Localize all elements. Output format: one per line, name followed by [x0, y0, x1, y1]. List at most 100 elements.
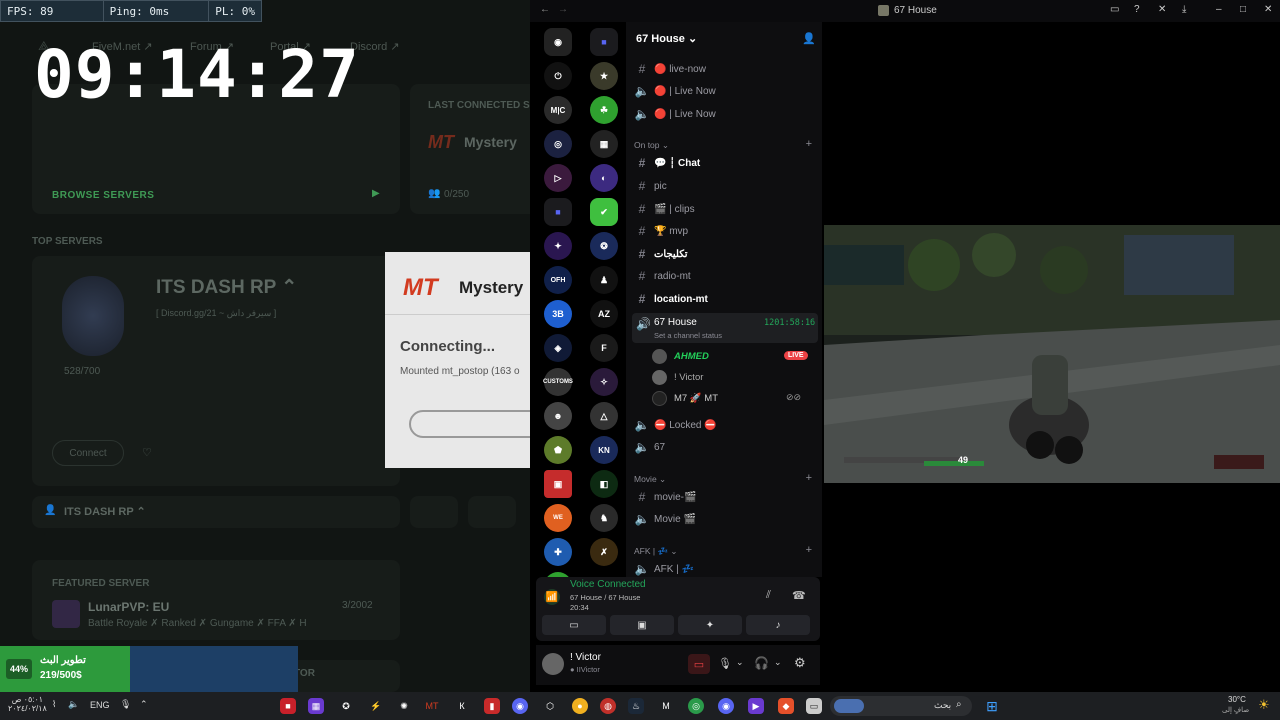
server-icon[interactable]: WE: [544, 504, 572, 532]
app-icon[interactable]: ■: [280, 698, 296, 714]
create-channel-icon[interactable]: +: [806, 472, 812, 484]
voice-live-now-1[interactable]: 🔈 🔴 | Live Now: [634, 81, 816, 101]
windows-start-icon[interactable]: ⊞: [984, 698, 1000, 714]
voice-user-ahmed[interactable]: AHMED LIVE: [652, 348, 816, 366]
voice-67[interactable]: 🔈 67: [634, 437, 816, 457]
app-icon[interactable]: ◍: [600, 698, 616, 714]
minimize-icon[interactable]: –: [1216, 4, 1222, 15]
server-name-header[interactable]: 67 House ⌄: [636, 32, 697, 45]
server-chip-2[interactable]: [468, 496, 516, 528]
channel-movie[interactable]: # movie-🎬: [634, 487, 816, 507]
chrome-icon[interactable]: ◎: [688, 698, 704, 714]
favorite-heart-icon[interactable]: ♡: [142, 446, 152, 459]
server-icon[interactable]: ✔: [590, 198, 618, 226]
top-server-card[interactable]: ITS DASH RP ⌃ [ Discord.gg/21 ~ سيرفر دا…: [32, 256, 400, 486]
server-icon[interactable]: CUSTOMS: [543, 368, 573, 396]
taskbar-search[interactable]: بحث ⌕: [830, 696, 972, 716]
connect-button[interactable]: Connect: [52, 440, 124, 466]
server-icon[interactable]: ✚: [544, 538, 572, 566]
voice-afk[interactable]: 🔈 AFK | 💤: [634, 559, 816, 577]
server-icon[interactable]: ✦: [544, 232, 572, 260]
chevron-down-icon[interactable]: ⌄: [774, 657, 782, 668]
server-icon[interactable]: KN: [590, 436, 618, 464]
download-icon[interactable]: ⤓: [1182, 4, 1186, 15]
create-channel-icon[interactable]: +: [806, 544, 812, 556]
server-icon[interactable]: ▣: [544, 470, 572, 498]
voice-locked[interactable]: 🔈 ⛔ Locked ⛔: [634, 415, 816, 435]
server-icon[interactable]: ♟: [590, 266, 618, 294]
featured-card[interactable]: FEATURED SERVER LunarPVP: EU 3/2002 Batt…: [32, 560, 400, 640]
app-icon[interactable]: ▭: [806, 698, 822, 714]
app-icon[interactable]: ▦: [308, 698, 324, 714]
server-icon[interactable]: 3B: [544, 300, 572, 328]
voice-live-now-2[interactable]: 🔈 🔴 | Live Now: [634, 104, 816, 124]
mic-icon[interactable]: 🎙: [120, 699, 131, 710]
stream-preview[interactable]: 49: [824, 225, 1280, 483]
app-icon[interactable]: ✺: [396, 698, 412, 714]
screen-share-button[interactable]: ▣: [610, 615, 674, 635]
forward-arrow-icon[interactable]: →: [558, 4, 568, 15]
channel-mvp[interactable]: # 🏆 mvp: [634, 221, 816, 241]
taskbar-clock[interactable]: ٠٥:٠١ ص ٢٠٢٤/٠٢/١٨: [8, 695, 47, 713]
server-icon[interactable]: ▷: [544, 164, 572, 192]
noise-suppression-icon[interactable]: ⫽: [766, 589, 771, 602]
server-chip-1[interactable]: [410, 496, 458, 528]
channel-live-now[interactable]: # 🔴 live-now: [634, 59, 816, 79]
add-member-icon[interactable]: 👤: [802, 32, 816, 45]
headphones-icon[interactable]: 🎧: [754, 656, 769, 670]
channel-pic[interactable]: # pic: [634, 176, 816, 196]
microphone-icon[interactable]: 🎙: [718, 657, 732, 670]
active-voice-channel[interactable]: 🔊 67 House 1201:58:16 Set a channel stat…: [632, 313, 818, 343]
back-arrow-icon[interactable]: ←: [540, 4, 550, 15]
wifi-icon[interactable]: ⌇: [52, 699, 56, 710]
modal-cancel-button[interactable]: [409, 410, 530, 438]
settings-gear-icon[interactable]: ⚙: [794, 655, 806, 671]
app-icon[interactable]: ◉: [718, 698, 734, 714]
mt-app-icon[interactable]: MT: [424, 698, 440, 714]
soundboard-button[interactable]: ♪: [746, 615, 810, 635]
help-icon[interactable]: ?: [1134, 4, 1140, 15]
server-icon[interactable]: ⬟: [544, 436, 572, 464]
server-icon[interactable]: OFH: [544, 266, 572, 294]
app-icon[interactable]: ▮: [484, 698, 500, 714]
speaker-icon[interactable]: 🔈: [68, 699, 79, 710]
steam-icon[interactable]: ♨: [628, 698, 644, 714]
brave-icon[interactable]: ◆: [778, 698, 794, 714]
server-icon[interactable]: ◈: [544, 334, 572, 362]
camera-button[interactable]: ▭: [542, 615, 606, 635]
category-on-top[interactable]: On top ⌄: [634, 140, 669, 151]
server-icon[interactable]: AZ: [590, 300, 618, 328]
chevron-down-icon[interactable]: ⌄: [736, 657, 744, 668]
channel-radio-mt[interactable]: # radio-mt: [634, 266, 816, 286]
voice-location[interactable]: 67 House / 67 House: [570, 593, 640, 602]
category-movie[interactable]: Movie ⌄: [634, 474, 666, 485]
app-icon[interactable]: К: [454, 698, 470, 714]
server-icon[interactable]: ◎: [544, 130, 572, 158]
server-icon[interactable]: ✗: [590, 538, 618, 566]
inbox-icon[interactable]: ▭: [1110, 4, 1119, 15]
signal-icon[interactable]: 📶: [544, 589, 560, 605]
discord-home-icon[interactable]: ◉: [544, 28, 572, 56]
maximize-icon[interactable]: □: [1240, 4, 1246, 15]
folder-icon[interactable]: ■: [544, 198, 572, 226]
discord-taskbar-icon[interactable]: ◉: [512, 698, 528, 714]
close-icon[interactable]: ✕: [1264, 4, 1272, 15]
disconnect-icon[interactable]: ☎: [792, 589, 806, 602]
server-icon[interactable]: ▦: [590, 130, 618, 158]
tools-icon[interactable]: ✕: [1158, 4, 1166, 15]
app-icon[interactable]: ▶: [748, 698, 764, 714]
server-icon[interactable]: ❂: [590, 232, 618, 260]
rockstar-icon[interactable]: ✪: [338, 698, 354, 714]
app-icon[interactable]: M: [658, 698, 674, 714]
chevron-up-icon[interactable]: ⌃: [140, 699, 148, 710]
activities-button[interactable]: ✦: [678, 615, 742, 635]
server-icon[interactable]: ✧: [590, 368, 618, 396]
keyboard-language[interactable]: ENG: [90, 700, 110, 710]
server-icon[interactable]: ☻: [544, 402, 572, 430]
voice-user-m7[interactable]: M7 🚀 MT ⊘⊘: [652, 390, 816, 408]
browse-servers-button[interactable]: BROWSE SERVERS: [52, 190, 154, 201]
server-icon[interactable]: ☘: [590, 96, 618, 124]
folder-icon[interactable]: ■: [590, 28, 618, 56]
channel-clips[interactable]: # 🎬 | clips: [634, 199, 816, 219]
server-icon[interactable]: F: [590, 334, 618, 362]
